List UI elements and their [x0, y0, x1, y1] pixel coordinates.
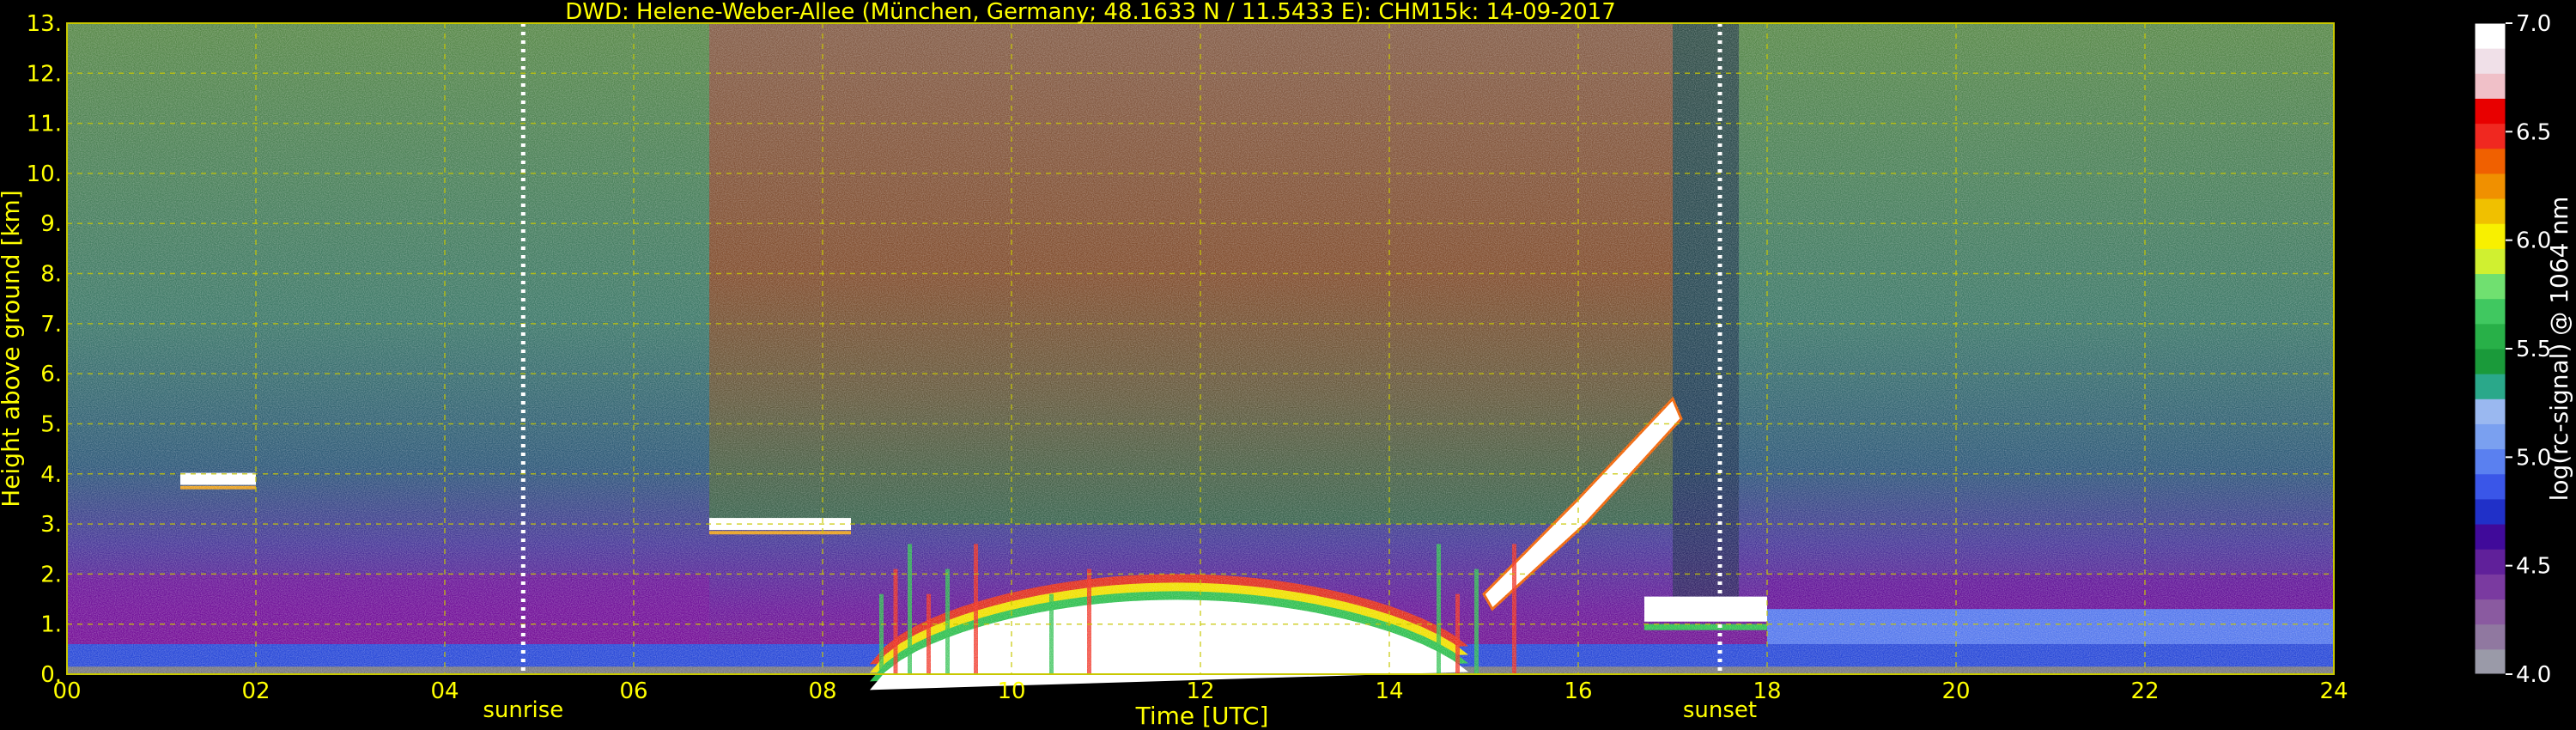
y-tick-label: 1. [40, 612, 62, 638]
colorbar-label: log(rc-signal) @ 1064 nm [2545, 197, 2573, 502]
x-tick-label: 12 [1186, 678, 1214, 704]
y-tick-label: 8. [40, 262, 62, 288]
x-tick-label: 20 [1941, 678, 1970, 704]
colorbar-segment [2475, 48, 2506, 74]
y-tick-label: 6. [40, 362, 62, 387]
colorbar-segment [2475, 423, 2506, 450]
y-tick-label: 5. [40, 411, 62, 437]
x-tick-label: 18 [1753, 678, 1781, 704]
colorbar-segment [2475, 549, 2506, 575]
colorbar-segment [2475, 349, 2506, 374]
x-tick-label: 06 [619, 678, 647, 704]
x-axis-label: Time [UTC] [1135, 702, 1269, 730]
colorbar-tick-label: 7.0 [2516, 11, 2551, 37]
colorbar-segment [2475, 398, 2506, 424]
colorbar-tick-label: 4.0 [2516, 662, 2551, 688]
sunrise-label: sunrise [483, 697, 563, 723]
x-tick-label: 04 [430, 678, 459, 704]
y-axis-label: Height above ground [km] [0, 190, 25, 508]
colorbar-tick-label: 6.5 [2516, 119, 2551, 145]
x-tick-label: 16 [1564, 678, 1592, 704]
colorbar-segment [2475, 73, 2506, 99]
x-tick-label: 24 [2319, 678, 2348, 704]
colorbar-segment [2475, 574, 2506, 600]
x-tick-label: 14 [1375, 678, 1403, 704]
colorbar-segment [2475, 498, 2506, 525]
y-tick-label: 11. [27, 112, 62, 137]
colorbar-segment [2475, 148, 2506, 174]
y-tick-label: 3. [40, 512, 62, 538]
colorbar-segment [2475, 273, 2506, 300]
colorbar-segment [2475, 98, 2506, 125]
colorbar-segment [2475, 524, 2506, 550]
sunset-label: sunset [1683, 697, 1757, 723]
ceilometer-figure: sunrise sunset 00 02 04 06 08 10 12 14 16 18 20 22 24 0… [0, 0, 2576, 730]
colorbar-segment [2475, 323, 2506, 350]
y-tick-label: 12. [27, 61, 62, 87]
colorbar-segment [2475, 123, 2506, 149]
colorbar-segment [2475, 473, 2506, 500]
colorbar-segment [2475, 599, 2506, 625]
y-tick-label: 10. [27, 161, 62, 187]
y-tick-label: 2. [40, 562, 62, 587]
colorbar-tick-label: 4.5 [2516, 554, 2551, 580]
colorbar-segment [2475, 248, 2506, 275]
ceilometer-chart: sunrise sunset00 02 04 06 08 10 12 14 16 18 20 22 240… [0, 0, 2573, 730]
colorbar-segment [2475, 173, 2506, 199]
x-tick-label: 22 [2130, 678, 2159, 704]
x-tick-label: 02 [241, 678, 270, 704]
colorbar-segment [2475, 223, 2506, 249]
y-tick-label: 9. [40, 211, 62, 237]
x-tick-label: 08 [808, 678, 836, 704]
y-tick-label: 4. [40, 462, 62, 488]
colorbar-segment [2475, 198, 2506, 224]
colorbar-segment [2475, 448, 2506, 475]
x-tick-label: 10 [997, 678, 1025, 704]
colorbar-segment [2475, 374, 2506, 399]
colorbar-segment [2475, 624, 2506, 650]
colorbar-segment [2475, 648, 2506, 675]
y-tick-label: 0. [40, 662, 62, 688]
colorbar-segment [2475, 298, 2506, 325]
colorbar-segment [2475, 23, 2506, 49]
y-tick-label: 13. [27, 11, 62, 37]
chart-title: DWD: Helene-Weber-Allee (München, German… [565, 0, 1616, 25]
y-tick-label: 7. [40, 312, 62, 338]
